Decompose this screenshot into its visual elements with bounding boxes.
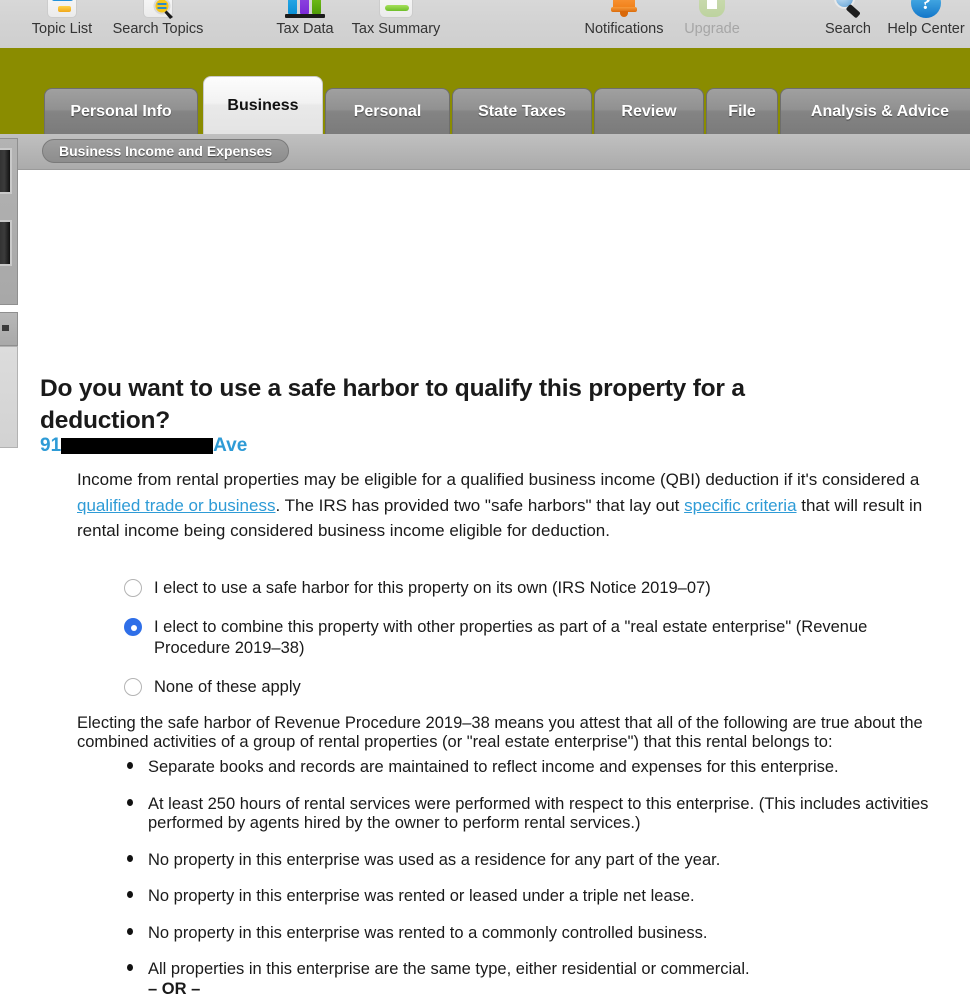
tab-label: Review xyxy=(621,102,677,120)
toolbar-label-tax-summary: Tax Summary xyxy=(351,21,441,37)
tab-business[interactable]: Business xyxy=(203,76,323,134)
magnifier-glyph xyxy=(153,0,173,19)
radio-indicator xyxy=(124,618,142,636)
top-toolbar: Topic List Search Topics Tax Data Tax Su… xyxy=(0,0,970,50)
toolbar-label-search-topics: Search Topics xyxy=(112,21,204,37)
tab-personal-info[interactable]: Personal Info xyxy=(44,88,198,134)
toolbar-item-help-center[interactable]: ? Help Center xyxy=(880,0,970,38)
tab-file[interactable]: File xyxy=(706,88,778,134)
tab-label: State Taxes xyxy=(478,102,566,120)
toolbar-item-search-topics[interactable]: Search Topics xyxy=(112,0,204,38)
tab-analysis-advice[interactable]: Analysis & Advice xyxy=(780,88,970,134)
address-prefix: 91 xyxy=(40,435,62,456)
tab-label: Personal Info xyxy=(70,102,172,120)
tab-personal[interactable]: Personal xyxy=(325,88,450,134)
toolbar-item-topic-list[interactable]: Topic List xyxy=(16,0,108,38)
sidebar-thumbnail[interactable] xyxy=(0,148,12,194)
sidebar-collapse-icon[interactable] xyxy=(2,325,9,331)
list-item-same-type-or-mixed-use: All properties in this enterprise are th… xyxy=(125,960,945,999)
left-sidebar-panel[interactable] xyxy=(0,138,18,448)
radio-option-none-apply[interactable]: None of these apply xyxy=(124,677,924,698)
link-specific-criteria[interactable]: specific criteria xyxy=(684,496,796,515)
toolbar-label-topic-list: Topic List xyxy=(31,21,93,37)
tab-label: Analysis & Advice xyxy=(810,102,950,120)
radio-option-label: None of these apply xyxy=(154,678,301,696)
list-item: No property in this enterprise was rente… xyxy=(125,924,945,944)
tab-state-taxes[interactable]: State Taxes xyxy=(452,88,592,134)
list-item: No property in this enterprise was rente… xyxy=(125,887,945,907)
radio-option-label: I elect to use a safe harbor for this pr… xyxy=(154,579,711,597)
list-item: At least 250 hours of rental services we… xyxy=(125,795,937,834)
toolbar-item-tax-data[interactable]: Tax Data xyxy=(259,0,351,38)
safe-harbor-radio-group: I elect to use a safe harbor for this pr… xyxy=(124,578,924,716)
sidebar-thumbnail[interactable] xyxy=(0,220,12,266)
radio-option-combine-properties[interactable]: I elect to combine this property with ot… xyxy=(124,617,884,659)
tab-label: Personal xyxy=(353,102,422,120)
sidebar-list-panel xyxy=(0,346,18,448)
radio-indicator xyxy=(124,678,142,696)
bell-icon xyxy=(578,0,670,18)
tax-data-icon xyxy=(259,0,351,18)
tab-review[interactable]: Review xyxy=(594,88,704,134)
attestation-paragraph: Electing the safe harbor of Revenue Proc… xyxy=(77,714,923,751)
link-qualified-trade-or-business[interactable]: qualified trade or business xyxy=(77,496,275,515)
breadcrumb-bar: Business Income and Expenses xyxy=(0,134,970,170)
intro-text-part2: . The IRS has provided two "safe harbors… xyxy=(275,495,685,515)
radio-indicator xyxy=(124,579,142,597)
tax-summary-icon xyxy=(350,0,442,18)
bullet-or-separator: – OR – xyxy=(148,979,201,998)
toolbar-item-upgrade[interactable]: Upgrade xyxy=(666,0,758,38)
radio-option-own-property[interactable]: I elect to use a safe harbor for this pr… xyxy=(124,578,924,599)
list-item: No property in this enterprise was used … xyxy=(125,851,945,871)
toolbar-label-notifications: Notifications xyxy=(584,21,664,37)
intro-paragraph: Income from rental properties may be eli… xyxy=(77,467,943,544)
radio-option-label: I elect to combine this property with ot… xyxy=(154,618,868,657)
attestation-bullet-list: Separate books and records are maintaine… xyxy=(125,758,945,999)
redacted-address-block xyxy=(61,437,214,454)
property-address-subtitle: 91 Ave xyxy=(40,434,247,457)
address-suffix: Ave xyxy=(213,435,248,456)
breadcrumb-label: Business Income and Expenses xyxy=(59,143,273,159)
toolbar-item-tax-summary[interactable]: Tax Summary xyxy=(350,0,442,38)
toolbar-label-tax-data: Tax Data xyxy=(276,21,334,37)
question-page-content: Do you want to use a safe harbor to qual… xyxy=(0,170,970,999)
upgrade-arrow-icon xyxy=(666,0,758,18)
page-title: Do you want to use a safe harbor to qual… xyxy=(40,375,745,434)
topic-list-icon xyxy=(16,0,108,18)
tab-label: Business xyxy=(227,96,299,114)
search-topics-icon xyxy=(112,0,204,19)
toolbar-label-help-center: Help Center xyxy=(887,21,965,37)
bullet-line-1: All properties in this enterprise are th… xyxy=(148,960,750,978)
toolbar-label-upgrade: Upgrade xyxy=(684,21,740,37)
list-item: Separate books and records are maintaine… xyxy=(125,758,945,778)
breadcrumb[interactable]: Business Income and Expenses xyxy=(42,139,290,163)
main-tab-strip: Personal Info Business Personal State Ta… xyxy=(0,50,970,134)
intro-text-part1: Income from rental properties may be eli… xyxy=(77,470,920,489)
help-question-icon: ? xyxy=(880,0,970,18)
tab-label: File xyxy=(728,102,756,120)
toolbar-item-notifications[interactable]: Notifications xyxy=(578,0,670,38)
